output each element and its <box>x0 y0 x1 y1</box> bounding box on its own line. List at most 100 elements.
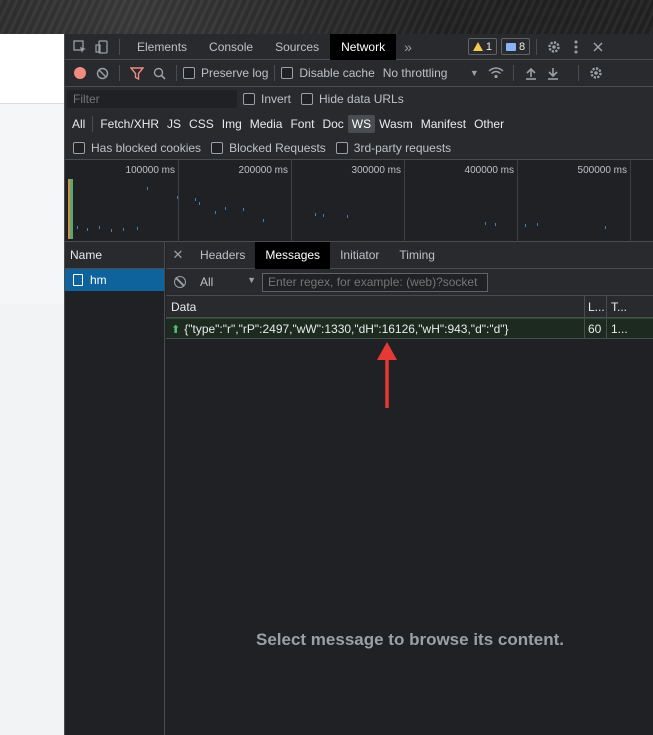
preserve-log-checkbox[interactable]: Preserve log <box>183 66 268 80</box>
message-data-text: {"type":"r","rP":2497,"wW":1330,"dH":161… <box>184 322 509 336</box>
filter-funnel-icon[interactable] <box>126 62 148 84</box>
export-har-download-icon[interactable] <box>542 62 564 84</box>
separator <box>119 38 120 55</box>
request-row[interactable]: hm <box>65 269 164 291</box>
type-all[interactable]: All <box>68 115 89 133</box>
overview-tick <box>195 198 196 201</box>
third-party-checkbox[interactable]: 3rd-party requests <box>335 140 452 155</box>
overview-gridline <box>404 160 405 242</box>
type-css[interactable]: CSS <box>185 115 218 133</box>
overview-tick <box>77 226 78 229</box>
type-manifest[interactable]: Manifest <box>417 115 470 133</box>
overview-gridline <box>517 160 518 242</box>
network-settings-gear-icon[interactable] <box>585 62 607 84</box>
checkbox-box <box>183 67 195 79</box>
page-strip <box>0 104 64 304</box>
overview-tick <box>87 228 88 231</box>
overview-label: 400000 ms <box>464 165 514 176</box>
hide-data-urls-checkbox[interactable]: Hide data URLs <box>301 92 404 106</box>
separator <box>176 65 177 81</box>
network-overview-timeline[interactable]: 100000 ms 200000 ms 300000 ms 400000 ms … <box>65 160 653 242</box>
tab-console[interactable]: Console <box>198 34 264 60</box>
warnings-badge[interactable]: 1 <box>467 38 498 55</box>
search-icon[interactable] <box>148 62 170 84</box>
detail-tabs: ✕ Headers Messages Initiator Timing <box>166 241 653 269</box>
overview-tick <box>525 224 526 227</box>
clear-messages-icon[interactable] <box>174 276 186 288</box>
overview-tick <box>111 229 112 232</box>
length-column-header[interactable]: L... <box>585 296 607 317</box>
type-ws[interactable]: WS <box>347 114 376 133</box>
sent-arrow-icon: ⬆ <box>171 324 181 336</box>
overview-label: 300000 ms <box>351 165 401 176</box>
document-icon <box>73 274 83 286</box>
record-button[interactable] <box>69 62 91 84</box>
tab-network[interactable]: Network <box>330 33 397 60</box>
messages-table-header: Data L... T... <box>166 296 653 318</box>
message-type-value: All <box>200 275 214 289</box>
devtools-tabbar: Elements Console Sources Network » 1 8 <box>65 33 653 60</box>
type-font[interactable]: Font <box>286 115 318 133</box>
time-column-header[interactable]: T... <box>607 296 653 317</box>
blocked-requests-checkbox[interactable]: Blocked Requests <box>211 141 326 155</box>
messages-badge[interactable]: 8 <box>501 38 531 55</box>
overview-tick <box>485 222 486 225</box>
device-toolbar-icon[interactable] <box>91 36 113 58</box>
type-wasm[interactable]: Wasm <box>375 115 417 133</box>
invert-label: Invert <box>261 92 292 106</box>
message-regex-input[interactable] <box>262 272 488 292</box>
tab-initiator[interactable]: Initiator <box>330 242 389 269</box>
throttling-value: No throttling <box>382 66 448 80</box>
overview-gridline <box>178 160 179 242</box>
filter-input[interactable] <box>67 90 237 108</box>
type-js[interactable]: JS <box>163 115 185 133</box>
blocked-filters-bar: Has blocked cookies Blocked Requests 3rd… <box>65 136 653 160</box>
tab-messages[interactable]: Messages <box>255 241 331 269</box>
network-toolbar: Preserve log Disable cache No throttling… <box>65 60 653 87</box>
chevron-down-icon: ▼ <box>469 68 479 78</box>
empty-state-message: Select message to browse its content. <box>256 630 564 649</box>
overview-label: 100000 ms <box>125 165 175 176</box>
import-har-upload-icon[interactable] <box>520 62 542 84</box>
more-tabs-button[interactable]: » <box>396 34 420 60</box>
settings-gear-icon[interactable] <box>543 36 565 58</box>
close-devtools-icon[interactable] <box>587 36 609 58</box>
overview-label: 200000 ms <box>238 165 288 176</box>
blocked-cookies-checkbox[interactable]: Has blocked cookies <box>73 141 201 155</box>
message-type-select[interactable]: All ▼ <box>200 275 256 289</box>
separator <box>577 65 579 81</box>
third-party-label: 3rd-party requests <box>353 140 452 155</box>
name-column-header[interactable]: Name <box>65 242 164 269</box>
disable-cache-checkbox[interactable]: Disable cache <box>281 66 375 80</box>
filter-bar: Invert Hide data URLs <box>65 87 653 111</box>
invert-checkbox[interactable]: Invert <box>243 92 291 106</box>
disable-cache-label: Disable cache <box>299 66 375 80</box>
table-row[interactable]: ⬆ {"type":"r","rP":2497,"wW":1330,"dH":16… <box>166 318 653 339</box>
type-doc[interactable]: Doc <box>318 115 347 133</box>
blocked-cookies-label: Has blocked cookies <box>91 140 202 155</box>
requests-list: Name hm <box>65 242 165 735</box>
inspect-element-icon[interactable] <box>69 36 91 58</box>
tab-timing[interactable]: Timing <box>389 242 445 269</box>
request-name: hm <box>90 273 107 287</box>
message-icon <box>506 42 517 51</box>
throttling-select[interactable]: No throttling ▼ <box>383 66 479 80</box>
tab-headers[interactable]: Headers <box>190 242 255 269</box>
overview-tick <box>99 226 100 229</box>
separator <box>119 65 120 81</box>
browser-page-content <box>0 34 64 735</box>
network-conditions-wifi-icon[interactable] <box>485 62 507 84</box>
overview-tick <box>315 213 316 216</box>
type-img[interactable]: Img <box>218 115 246 133</box>
data-column-header[interactable]: Data <box>166 296 585 317</box>
type-media[interactable]: Media <box>246 115 287 133</box>
tab-sources[interactable]: Sources <box>264 34 330 60</box>
clear-icon[interactable] <box>91 62 113 84</box>
page-card <box>0 34 64 104</box>
overview-tick <box>263 219 264 222</box>
type-other[interactable]: Other <box>470 115 508 133</box>
kebab-menu-icon[interactable] <box>565 36 587 58</box>
type-fetch-xhr[interactable]: Fetch/XHR <box>96 115 163 133</box>
tab-elements[interactable]: Elements <box>126 34 198 60</box>
close-detail-icon[interactable]: ✕ <box>166 247 190 263</box>
